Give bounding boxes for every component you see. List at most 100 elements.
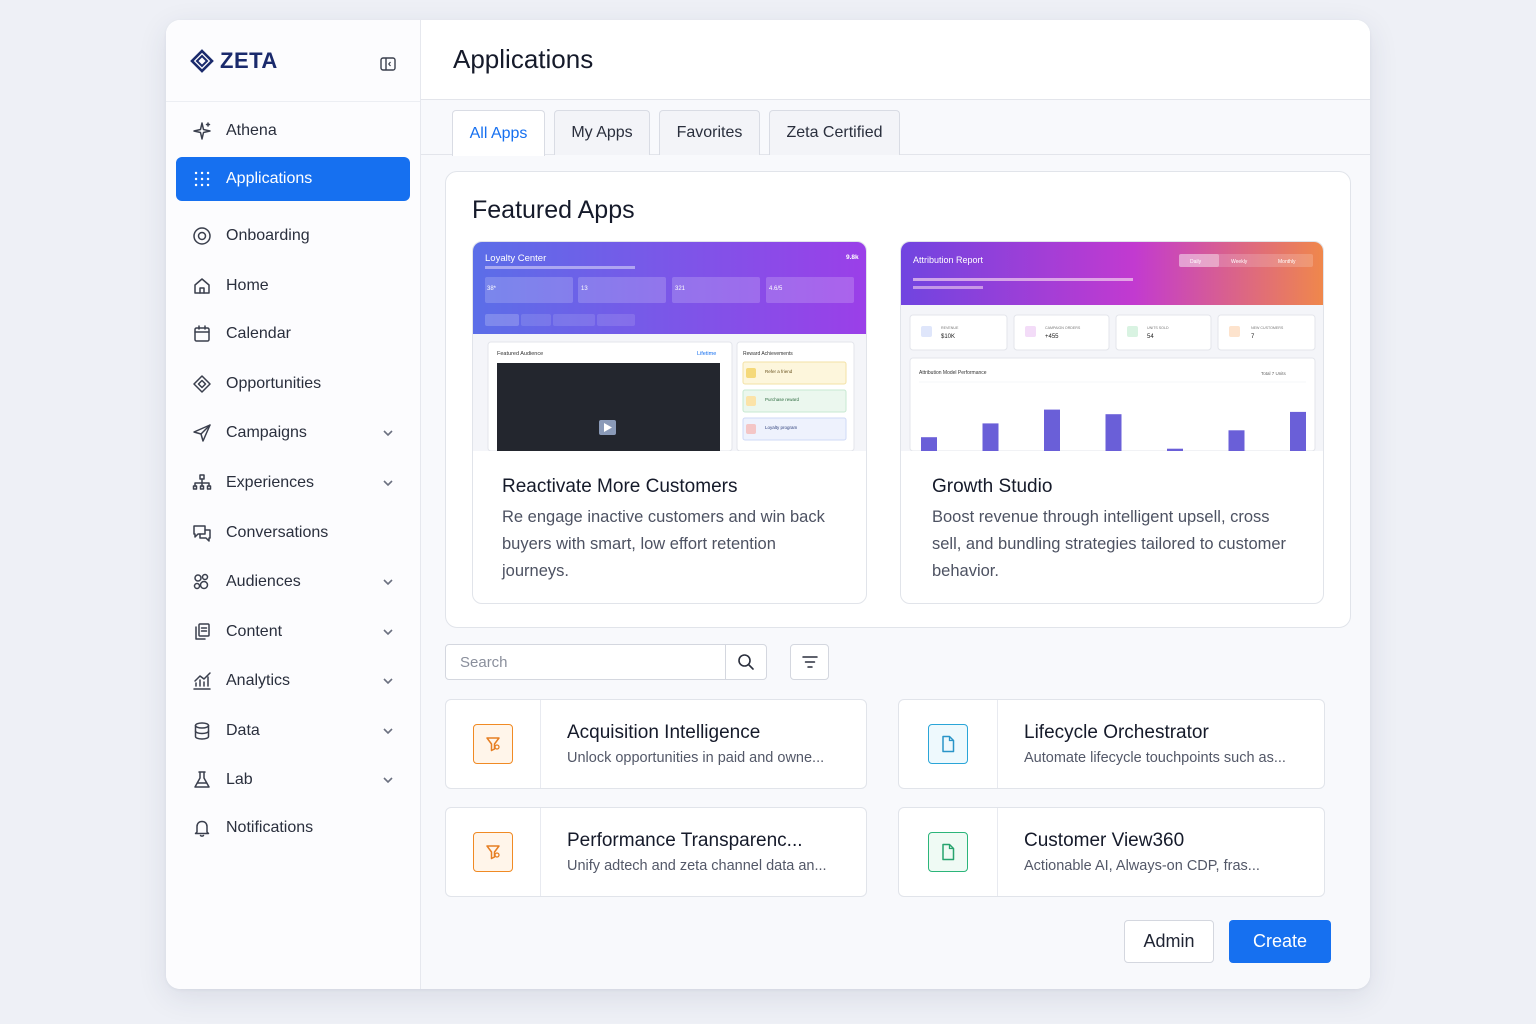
svg-text:Loyalty program: Loyalty program [765,425,798,430]
main-content: Applications All Apps My Apps Favorites … [421,20,1370,989]
tab-zeta-certified[interactable]: Zeta Certified [769,110,900,155]
tab-my-apps[interactable]: My Apps [554,110,650,155]
sidebar-item-athena[interactable]: Athena [176,109,410,153]
app-card-customer-view360[interactable]: Customer View360 Actionable AI, Always-o… [898,807,1325,897]
chevron-down-icon[interactable] [382,476,394,488]
loyalty-center-screenshot: Loyalty Center 9.8k 38* 13 321 4.6/5 Fea… [473,242,866,451]
preview-chart-bar [1167,448,1183,451]
app-card-lifecycle-orchestrator[interactable]: Lifecycle Orchestrator Automate lifecycl… [898,699,1325,789]
preview-panel-title: Reward Achievements [743,351,793,357]
sidebar-item-opportunities[interactable]: Opportunities [176,362,410,406]
app-name: Acquisition Intelligence [567,722,761,743]
sidebar-item-analytics[interactable]: Analytics [176,659,410,703]
search-box [445,644,767,680]
app-name: Lifecycle Orchestrator [1024,722,1209,743]
sidebar-item-label: Onboarding [226,227,310,244]
sidebar-item-notifications[interactable]: Notifications [176,806,410,850]
featured-card-description: Re engage inactive customers and win bac… [502,508,825,580]
home-icon [192,276,212,296]
featured-card-title: Reactivate More Customers [502,476,738,497]
app-description: Unify adtech and zeta channel data an... [567,858,827,874]
sidebar-item-content[interactable]: Content [176,610,410,654]
app-name: Performance Transparenc... [567,830,803,851]
app-description: Unlock opportunities in paid and owne... [567,750,825,766]
target-icon [192,226,212,246]
svg-text:REVENUE: REVENUE [941,326,959,330]
featured-title: Featured Apps [472,196,635,224]
grid-icon [192,169,212,189]
app-card-performance-transparency[interactable]: Performance Transparenc... Unify adtech … [445,807,867,897]
sidebar-item-label: Notifications [226,819,314,836]
loyalty-center-preview: Loyalty Center 9.8k 38* 13 321 4.6/5 Fea… [473,242,866,451]
preview-panel-title: Featured Audience [497,351,543,357]
search-button[interactable] [725,645,766,679]
search-input[interactable] [446,645,726,679]
svg-text:Daily: Daily [1190,259,1202,265]
sidebar-item-label: Analytics [226,672,291,689]
filter-button[interactable] [790,644,829,680]
app-description: Automate lifecycle touchpoints such as..… [1024,750,1286,766]
sidebar-item-audiences[interactable]: Audiences [176,560,410,604]
preview-chart-bar [921,437,937,451]
zeta-logo-icon [190,48,214,73]
preview-chart-bar [1044,409,1060,451]
sidebar-item-home[interactable]: Home [176,264,410,308]
featured-card-description: Boost revenue through intelligent upsell… [932,508,1287,580]
sidebar-item-experiences[interactable]: Experiences [176,461,410,505]
document-icon [928,832,968,872]
app-description: Actionable AI, Always-on CDP, fras... [1024,858,1260,874]
sidebar-item-calendar[interactable]: Calendar [176,312,410,356]
calendar-icon [192,324,212,344]
document-icon [928,724,968,764]
sidebar-item-conversations[interactable]: Conversations [176,511,410,555]
svg-text:$10K: $10K [941,334,955,340]
chevron-down-icon[interactable] [382,773,394,785]
tab-bar: All Apps My Apps Favorites Zeta Certifie… [421,100,1370,156]
preview-chart-bar [1290,411,1306,451]
attribution-report-screenshot: Attribution Report Daily Weekly Monthly [901,242,1323,451]
chevron-down-icon[interactable] [382,724,394,736]
sidebar-item-onboarding[interactable]: Onboarding [176,214,410,258]
sidebar-item-label: Audiences [226,573,301,590]
attribution-report-preview: Attribution Report Daily Weekly Monthly [901,242,1323,451]
funnel-icon [473,724,513,764]
sidebar-item-label: Home [226,277,269,294]
sidebar-item-label: Opportunities [226,375,322,392]
hierarchy-icon [192,473,212,493]
preview-right-label: 9.8k [846,254,859,261]
diamond-icon [192,374,212,394]
chevron-down-icon[interactable] [382,575,394,587]
app-name: Customer View360 [1024,830,1185,851]
audience-icon [192,572,212,592]
sidebar-item-label: Applications [226,170,313,187]
preview-title: Attribution Report [913,255,984,265]
sidebar-item-label: Conversations [226,524,329,541]
sidebar-item-label: Calendar [226,325,291,342]
content-icon [192,622,212,642]
app-card-acquisition-intelligence[interactable]: Acquisition Intelligence Unlock opportun… [445,699,867,789]
brand-name: ZETA [220,47,278,73]
send-icon [192,423,212,443]
featured-card-reactivate[interactable]: Loyalty Center 9.8k 38* 13 321 4.6/5 Fea… [472,241,867,604]
sidebar-item-campaigns[interactable]: Campaigns [176,411,410,455]
tab-favorites[interactable]: Favorites [659,110,760,155]
sidebar-item-lab[interactable]: Lab [176,758,410,802]
create-button[interactable]: Create [1229,920,1331,963]
sidebar-item-label: Content [226,623,283,640]
chat-icon [192,523,212,543]
tab-all-apps[interactable]: All Apps [452,110,545,156]
collapse-sidebar-icon[interactable] [380,57,396,71]
brand-header: ZETA [166,20,420,102]
sidebar-item-data[interactable]: Data [176,709,410,753]
chevron-down-icon[interactable] [382,674,394,686]
admin-button[interactable]: Admin [1124,920,1214,963]
featured-card-growth-studio[interactable]: Attribution Report Daily Weekly Monthly [900,241,1324,604]
preview-stat: 321 [675,286,686,292]
svg-text:+455: +455 [1045,334,1059,340]
chevron-down-icon[interactable] [382,426,394,438]
preview-chart-bar [1228,430,1245,451]
database-icon [192,721,212,741]
chevron-down-icon[interactable] [382,625,394,637]
sidebar-item-applications[interactable]: Applications [176,157,410,201]
svg-text:Attribution Model Performance: Attribution Model Performance [919,370,987,376]
